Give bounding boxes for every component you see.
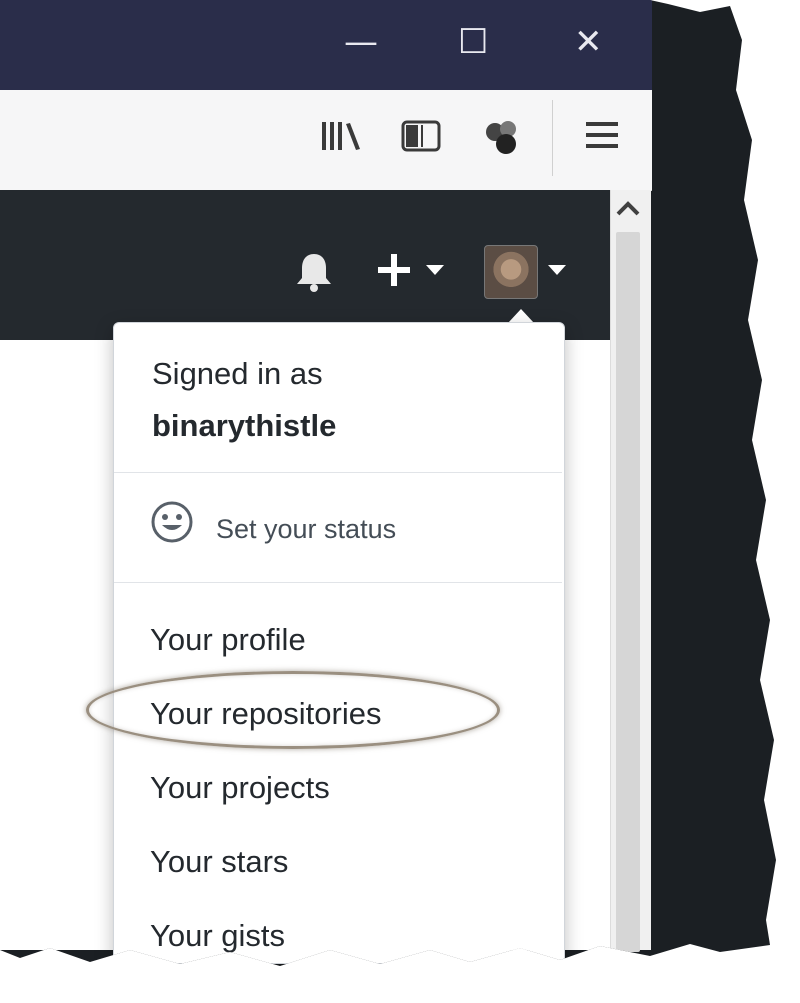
dropdown-divider [114, 582, 562, 583]
scroll-thumb[interactable] [616, 232, 640, 952]
maximize-button[interactable]: ☐ [458, 22, 488, 62]
menu-item-your-projects[interactable]: Your projects [150, 770, 330, 806]
set-status-button[interactable]: Set your status [114, 480, 562, 580]
username: binarythistle [152, 408, 337, 443]
screenshot-frame: — ☐ ✕ Signed in as binarythistle Set you… [0, 0, 776, 966]
sidebar-icon[interactable] [400, 118, 442, 163]
toolbar-divider [552, 100, 553, 176]
close-button[interactable]: ✕ [574, 22, 603, 62]
highlight-annotation-ring [86, 671, 500, 749]
scroll-up-icon[interactable] [613, 198, 643, 226]
avatar[interactable] [484, 245, 538, 299]
menu-icon[interactable] [584, 118, 620, 161]
menu-item-your-stars[interactable]: Your stars [150, 844, 288, 880]
menu-item-your-profile[interactable]: Your profile [150, 622, 306, 658]
plus-icon[interactable] [376, 252, 412, 292]
signed-in-label: Signed in as [152, 356, 323, 391]
bell-icon[interactable] [294, 250, 334, 298]
window-titlebar [0, 0, 652, 90]
menu-item-your-gists[interactable]: Your gists [150, 918, 285, 954]
set-status-label: Set your status [216, 514, 397, 544]
library-icon[interactable] [320, 118, 364, 163]
dropdown-caret [508, 309, 534, 323]
smiley-icon [150, 500, 194, 548]
minimize-button[interactable]: — [344, 22, 378, 62]
dropdown-divider [114, 472, 562, 473]
extensions-icon[interactable] [482, 118, 524, 165]
caret-down-icon[interactable] [424, 262, 446, 281]
caret-down-icon[interactable] [546, 262, 568, 281]
